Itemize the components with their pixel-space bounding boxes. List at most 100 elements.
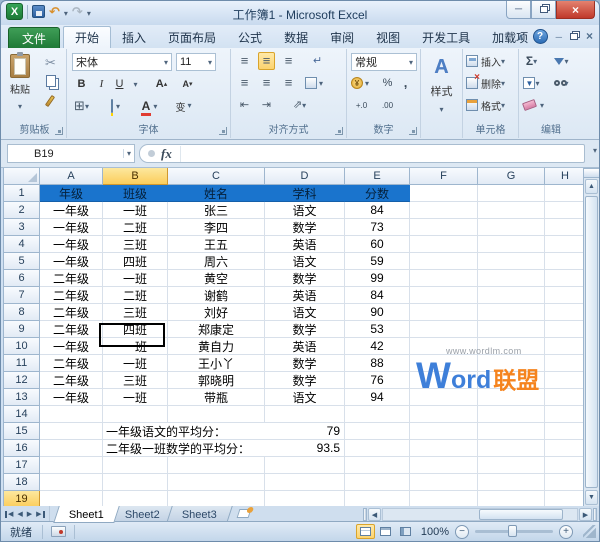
cell[interactable]	[545, 355, 585, 372]
horizontal-scroll-thumb[interactable]	[479, 509, 563, 520]
cell[interactable]: 三班	[103, 236, 168, 253]
number-format-combo[interactable]: 常规▾	[351, 53, 417, 71]
format-painter-icon[interactable]	[45, 95, 55, 107]
row-header-10[interactable]: 10	[4, 338, 40, 355]
cell[interactable]: 二年级	[40, 321, 103, 338]
cell[interactable]	[545, 236, 585, 253]
row-header-14[interactable]: 14	[4, 406, 40, 423]
cell[interactable]	[545, 474, 585, 491]
cell[interactable]: 一年级	[40, 219, 103, 236]
row-header-2[interactable]: 2	[4, 202, 40, 219]
cell[interactable]	[40, 440, 103, 457]
row-header-15[interactable]: 15	[4, 423, 40, 440]
row-header-12[interactable]: 12	[4, 372, 40, 389]
cell[interactable]: 数学	[265, 355, 345, 372]
cell[interactable]	[545, 304, 585, 321]
cell[interactable]: 三班	[103, 304, 168, 321]
cell[interactable]	[478, 389, 545, 406]
cell[interactable]: 英语	[265, 338, 345, 355]
cell[interactable]: 一年级语文的平均分：	[103, 423, 265, 440]
styles-dropdown-icon[interactable]	[439, 100, 443, 116]
row-header-19[interactable]: 19	[4, 491, 40, 506]
tab-split-handle[interactable]	[363, 508, 367, 521]
cell[interactable]: 53	[345, 321, 410, 338]
column-header-E[interactable]: E	[345, 168, 410, 185]
macro-record-icon[interactable]	[51, 526, 66, 537]
zoom-slider-thumb[interactable]	[508, 525, 517, 537]
excel-logo-icon[interactable]: X	[6, 3, 23, 20]
cell[interactable]: 四班	[103, 253, 168, 270]
cell[interactable]	[545, 219, 585, 236]
expand-formula-bar-icon[interactable]: ▾	[593, 147, 597, 155]
ribbon-tab-5[interactable]: 数据	[273, 26, 319, 48]
cell[interactable]	[410, 355, 478, 372]
name-box[interactable]: B19 ▾	[7, 144, 135, 163]
cell[interactable]	[410, 287, 478, 304]
accounting-format-button[interactable]: ¥	[351, 74, 369, 92]
find-select-button[interactable]	[553, 74, 570, 92]
align-middle-button[interactable]	[258, 52, 275, 70]
cell[interactable]: 王五	[168, 236, 265, 253]
scroll-right-icon[interactable]: ▶	[579, 508, 592, 521]
cell[interactable]: 二班	[103, 219, 168, 236]
cell[interactable]	[410, 372, 478, 389]
cell[interactable]	[545, 372, 585, 389]
workbook-close-icon[interactable]	[586, 28, 593, 44]
cell[interactable]	[410, 474, 478, 491]
cell[interactable]: 76	[345, 372, 410, 389]
cell[interactable]: 59	[345, 253, 410, 270]
undo-dropdown-icon[interactable]	[64, 4, 68, 20]
cell[interactable]: 语文	[265, 202, 345, 219]
zoom-out-icon[interactable]: −	[455, 525, 469, 539]
horizontal-scroll-track[interactable]	[382, 508, 578, 521]
cell[interactable]	[478, 406, 545, 423]
minimize-button[interactable]: ─	[506, 1, 531, 19]
column-header-C[interactable]: C	[168, 168, 265, 185]
cell[interactable]: 94	[345, 389, 410, 406]
column-header-H[interactable]: H	[545, 168, 585, 185]
cell[interactable]: 二年级一班数学的平均分：	[103, 440, 265, 457]
cell[interactable]	[545, 389, 585, 406]
close-button[interactable]: ×	[556, 1, 595, 19]
styles-button[interactable]: A 样式	[421, 57, 462, 117]
cell[interactable]: 数学	[265, 372, 345, 389]
cell[interactable]	[345, 440, 410, 457]
insert-cells-button[interactable]: 插入	[466, 52, 505, 70]
fill-button[interactable]: ▼	[523, 74, 540, 92]
cell[interactable]	[410, 185, 478, 202]
row-header-18[interactable]: 18	[4, 474, 40, 491]
number-dialog-launcher[interactable]	[409, 127, 417, 135]
cell[interactable]	[168, 491, 265, 506]
cell[interactable]	[545, 423, 585, 440]
ribbon-tab-8[interactable]: 开发工具	[411, 26, 481, 48]
ribbon-tab-1[interactable]: 开始	[63, 26, 111, 48]
cell[interactable]: 二班	[103, 287, 168, 304]
cell[interactable]	[168, 474, 265, 491]
cell[interactable]: 一年级	[40, 389, 103, 406]
paste-dropdown-icon[interactable]	[18, 97, 22, 113]
column-header-A[interactable]: A	[40, 168, 103, 185]
cell[interactable]: 语文	[265, 304, 345, 321]
cell[interactable]	[478, 253, 545, 270]
cell[interactable]	[545, 440, 585, 457]
cell[interactable]: 周六	[168, 253, 265, 270]
cell[interactable]: 数学	[265, 270, 345, 287]
cell[interactable]	[545, 321, 585, 338]
copy-icon[interactable]	[46, 75, 56, 87]
cell[interactable]	[478, 321, 545, 338]
cell[interactable]: 60	[345, 236, 410, 253]
cell[interactable]: 三班	[103, 372, 168, 389]
cell[interactable]	[103, 457, 168, 474]
cell[interactable]	[545, 491, 585, 506]
cell[interactable]: 谢鹤	[168, 287, 265, 304]
cell[interactable]	[265, 474, 345, 491]
cell[interactable]: 一年级	[40, 253, 103, 270]
cell[interactable]: 一班	[103, 202, 168, 219]
bold-button[interactable]: B	[73, 75, 90, 93]
cell[interactable]: 刘好	[168, 304, 265, 321]
resize-grip[interactable]	[583, 525, 596, 538]
cell[interactable]: 王小丫	[168, 355, 265, 372]
cell[interactable]: 42	[345, 338, 410, 355]
decrease-indent-button[interactable]	[236, 96, 253, 114]
cell[interactable]: 语文	[265, 389, 345, 406]
